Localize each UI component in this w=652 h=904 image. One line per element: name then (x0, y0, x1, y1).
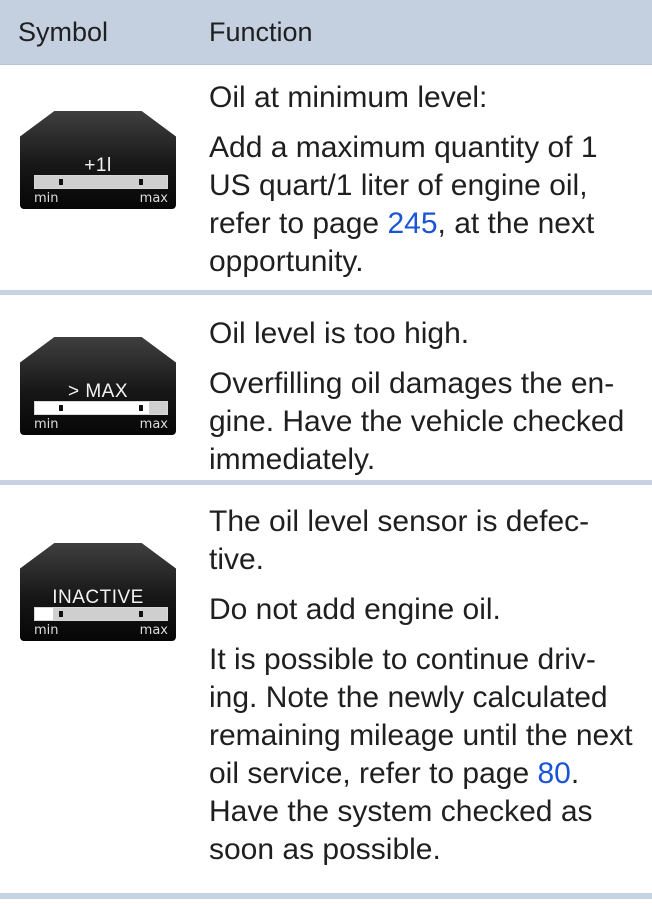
function-cell: Oil at minimum level: Add a maximum quan… (209, 79, 652, 290)
function-text: Overfilling oil damages the en-gine. Hav… (209, 367, 625, 476)
display-text: > MAX (67, 381, 129, 402)
table-bottom-rule (0, 893, 652, 899)
table-header: Symbol Function (0, 0, 652, 65)
oil-level-bar (34, 175, 168, 189)
symbol-cell: > MAX min max (0, 315, 209, 480)
oil-add-one-liter-display-icon: +1l min max (20, 111, 176, 209)
function-cell: The oil level sensor is defec-tive. Do n… (209, 503, 652, 893)
function-column-header: Function (209, 16, 313, 47)
function-text: Add a maximum quantity of 1 US quart/1 l… (209, 131, 598, 278)
oil-level-bar (34, 607, 168, 621)
function-text: Oil at minimum level: (209, 81, 488, 114)
display-text: INACTIVE (52, 587, 144, 608)
max-label: max (139, 623, 168, 638)
oil-level-table: Symbol Function +1l min max Oil at minim… (0, 0, 652, 899)
table-row: INACTIVE min max The oil level sensor is… (0, 485, 652, 893)
max-label: max (139, 191, 168, 206)
table-row: > MAX min max Oil level is too high. Ove… (0, 295, 652, 485)
oil-inactive-display-icon: INACTIVE min max (20, 543, 176, 641)
function-text: Do not add engine oil. (209, 593, 501, 626)
symbol-column-header: Symbol (18, 16, 109, 47)
function-cell: Oil level is too high. Overfilling oil d… (209, 315, 652, 480)
min-label: min (34, 191, 59, 206)
page-link[interactable]: 80 (538, 757, 571, 790)
page-link[interactable]: 245 (387, 207, 437, 240)
function-text: Oil level is too high. (209, 317, 470, 350)
table-row: +1l min max Oil at minimum level: Add a … (0, 65, 652, 295)
max-label: max (139, 417, 168, 432)
oil-level-bar (34, 401, 168, 415)
function-text: It is possible to continue driv-ing. Not… (209, 643, 633, 866)
min-label: min (34, 417, 59, 432)
oil-over-max-display-icon: > MAX min max (20, 337, 176, 435)
symbol-cell: INACTIVE min max (0, 503, 209, 893)
display-text: +1l (84, 155, 112, 176)
symbol-cell: +1l min max (0, 79, 209, 290)
function-text: The oil level sensor is defec-tive. (209, 505, 590, 576)
min-label: min (34, 623, 59, 638)
